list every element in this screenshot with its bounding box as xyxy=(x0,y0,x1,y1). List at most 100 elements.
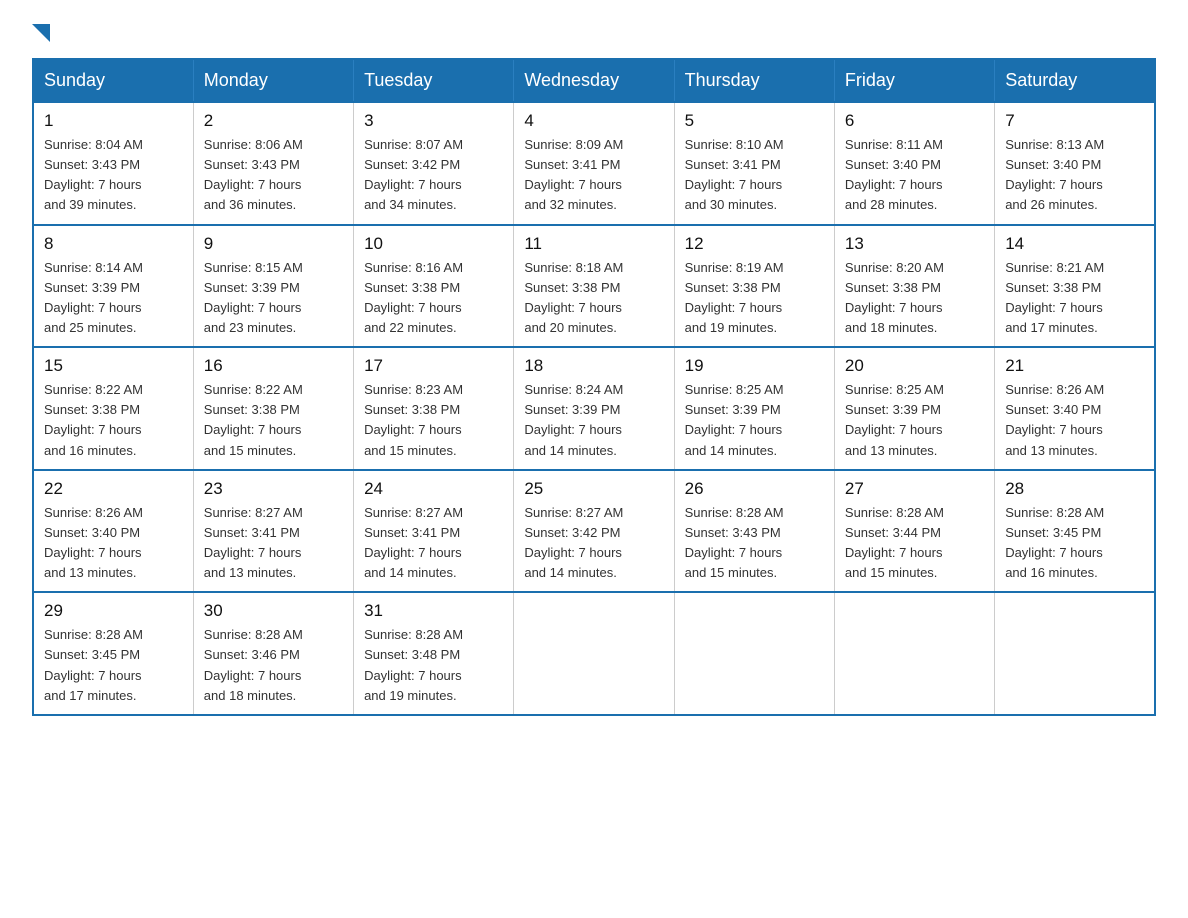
day-info: Sunrise: 8:18 AMSunset: 3:38 PMDaylight:… xyxy=(524,258,663,339)
calendar-cell: 12 Sunrise: 8:19 AMSunset: 3:38 PMDayligh… xyxy=(674,225,834,348)
day-number: 28 xyxy=(1005,479,1144,499)
calendar-cell: 10 Sunrise: 8:16 AMSunset: 3:38 PMDayligh… xyxy=(354,225,514,348)
day-info: Sunrise: 8:06 AMSunset: 3:43 PMDaylight:… xyxy=(204,135,343,216)
calendar-cell: 13Sunrise: 8:20 AMSunset: 3:38 PMDayligh… xyxy=(834,225,994,348)
day-info: Sunrise: 8:04 AMSunset: 3:43 PMDaylight:… xyxy=(44,135,183,216)
day-number: 27 xyxy=(845,479,984,499)
day-number: 9 xyxy=(204,234,343,254)
day-number: 23 xyxy=(204,479,343,499)
day-number: 31 xyxy=(364,601,503,621)
calendar-cell: 16 Sunrise: 8:22 AMSunset: 3:38 PMDayligh… xyxy=(193,347,353,470)
day-number: 4 xyxy=(524,111,663,131)
day-number: 12 xyxy=(685,234,824,254)
day-number: 30 xyxy=(204,601,343,621)
header-thursday: Thursday xyxy=(674,59,834,102)
day-info: Sunrise: 8:28 AMSunset: 3:43 PMDaylight:… xyxy=(685,503,824,584)
calendar-cell: 27 Sunrise: 8:28 AMSunset: 3:44 PMDayligh… xyxy=(834,470,994,593)
calendar-cell xyxy=(514,592,674,715)
calendar-cell: 4Sunrise: 8:09 AMSunset: 3:41 PMDaylight… xyxy=(514,102,674,225)
day-info: Sunrise: 8:25 AMSunset: 3:39 PMDaylight:… xyxy=(845,380,984,461)
day-info: Sunrise: 8:28 AMSunset: 3:45 PMDaylight:… xyxy=(44,625,183,706)
header-wednesday: Wednesday xyxy=(514,59,674,102)
header-saturday: Saturday xyxy=(995,59,1155,102)
day-number: 1 xyxy=(44,111,183,131)
calendar-cell: 19Sunrise: 8:25 AMSunset: 3:39 PMDayligh… xyxy=(674,347,834,470)
day-info: Sunrise: 8:15 AMSunset: 3:39 PMDaylight:… xyxy=(204,258,343,339)
calendar-cell: 17Sunrise: 8:23 AMSunset: 3:38 PMDayligh… xyxy=(354,347,514,470)
calendar-cell: 31 Sunrise: 8:28 AMSunset: 3:48 PMDayligh… xyxy=(354,592,514,715)
calendar-cell: 6 Sunrise: 8:11 AMSunset: 3:40 PMDaylight… xyxy=(834,102,994,225)
week-row-3: 15 Sunrise: 8:22 AMSunset: 3:38 PMDayligh… xyxy=(33,347,1155,470)
header xyxy=(32,24,1156,40)
day-info: Sunrise: 8:23 AMSunset: 3:38 PMDaylight:… xyxy=(364,380,503,461)
day-info: Sunrise: 8:27 AMSunset: 3:41 PMDaylight:… xyxy=(204,503,343,584)
day-info: Sunrise: 8:28 AMSunset: 3:45 PMDaylight:… xyxy=(1005,503,1144,584)
day-number: 8 xyxy=(44,234,183,254)
day-number: 6 xyxy=(845,111,984,131)
day-info: Sunrise: 8:13 AMSunset: 3:40 PMDaylight:… xyxy=(1005,135,1144,216)
calendar-cell: 8 Sunrise: 8:14 AMSunset: 3:39 PMDaylight… xyxy=(33,225,193,348)
calendar-cell: 2 Sunrise: 8:06 AMSunset: 3:43 PMDaylight… xyxy=(193,102,353,225)
calendar-cell: 22 Sunrise: 8:26 AMSunset: 3:40 PMDayligh… xyxy=(33,470,193,593)
day-info: Sunrise: 8:27 AMSunset: 3:41 PMDaylight:… xyxy=(364,503,503,584)
calendar-cell: 28 Sunrise: 8:28 AMSunset: 3:45 PMDayligh… xyxy=(995,470,1155,593)
day-info: Sunrise: 8:28 AMSunset: 3:48 PMDaylight:… xyxy=(364,625,503,706)
calendar-cell: 7 Sunrise: 8:13 AMSunset: 3:40 PMDaylight… xyxy=(995,102,1155,225)
calendar-cell: 5Sunrise: 8:10 AMSunset: 3:41 PMDaylight… xyxy=(674,102,834,225)
header-sunday: Sunday xyxy=(33,59,193,102)
calendar-cell: 1 Sunrise: 8:04 AMSunset: 3:43 PMDaylight… xyxy=(33,102,193,225)
day-number: 2 xyxy=(204,111,343,131)
day-number: 15 xyxy=(44,356,183,376)
calendar-table: SundayMondayTuesdayWednesdayThursdayFrid… xyxy=(32,58,1156,716)
calendar-header-row: SundayMondayTuesdayWednesdayThursdayFrid… xyxy=(33,59,1155,102)
calendar-cell: 25 Sunrise: 8:27 AMSunset: 3:42 PMDayligh… xyxy=(514,470,674,593)
day-number: 21 xyxy=(1005,356,1144,376)
calendar-cell xyxy=(674,592,834,715)
day-info: Sunrise: 8:26 AMSunset: 3:40 PMDaylight:… xyxy=(44,503,183,584)
day-number: 14 xyxy=(1005,234,1144,254)
day-number: 26 xyxy=(685,479,824,499)
calendar-cell xyxy=(995,592,1155,715)
header-friday: Friday xyxy=(834,59,994,102)
day-number: 3 xyxy=(364,111,503,131)
day-number: 22 xyxy=(44,479,183,499)
day-info: Sunrise: 8:27 AMSunset: 3:42 PMDaylight:… xyxy=(524,503,663,584)
calendar-cell: 30Sunrise: 8:28 AMSunset: 3:46 PMDayligh… xyxy=(193,592,353,715)
calendar-cell: 23 Sunrise: 8:27 AMSunset: 3:41 PMDayligh… xyxy=(193,470,353,593)
header-monday: Monday xyxy=(193,59,353,102)
day-info: Sunrise: 8:20 AMSunset: 3:38 PMDaylight:… xyxy=(845,258,984,339)
day-info: Sunrise: 8:24 AMSunset: 3:39 PMDaylight:… xyxy=(524,380,663,461)
week-row-5: 29 Sunrise: 8:28 AMSunset: 3:45 PMDayligh… xyxy=(33,592,1155,715)
day-info: Sunrise: 8:28 AMSunset: 3:44 PMDaylight:… xyxy=(845,503,984,584)
calendar-cell: 9 Sunrise: 8:15 AMSunset: 3:39 PMDaylight… xyxy=(193,225,353,348)
week-row-4: 22 Sunrise: 8:26 AMSunset: 3:40 PMDayligh… xyxy=(33,470,1155,593)
day-number: 20 xyxy=(845,356,984,376)
week-row-2: 8 Sunrise: 8:14 AMSunset: 3:39 PMDaylight… xyxy=(33,225,1155,348)
calendar-cell: 15Sunrise: 8:22 AMSunset: 3:38 PMDayligh… xyxy=(33,347,193,470)
calendar-cell: 21Sunrise: 8:26 AMSunset: 3:40 PMDayligh… xyxy=(995,347,1155,470)
day-info: Sunrise: 8:16 AMSunset: 3:38 PMDaylight:… xyxy=(364,258,503,339)
day-number: 24 xyxy=(364,479,503,499)
calendar-cell: 11 Sunrise: 8:18 AMSunset: 3:38 PMDayligh… xyxy=(514,225,674,348)
day-number: 7 xyxy=(1005,111,1144,131)
day-number: 16 xyxy=(204,356,343,376)
calendar-cell xyxy=(834,592,994,715)
logo-arrow-icon xyxy=(32,24,50,42)
week-row-1: 1 Sunrise: 8:04 AMSunset: 3:43 PMDaylight… xyxy=(33,102,1155,225)
day-info: Sunrise: 8:14 AMSunset: 3:39 PMDaylight:… xyxy=(44,258,183,339)
day-number: 11 xyxy=(524,234,663,254)
day-info: Sunrise: 8:22 AMSunset: 3:38 PMDaylight:… xyxy=(204,380,343,461)
day-info: Sunrise: 8:07 AMSunset: 3:42 PMDaylight:… xyxy=(364,135,503,216)
header-tuesday: Tuesday xyxy=(354,59,514,102)
day-number: 10 xyxy=(364,234,503,254)
calendar-cell: 18Sunrise: 8:24 AMSunset: 3:39 PMDayligh… xyxy=(514,347,674,470)
day-info: Sunrise: 8:25 AMSunset: 3:39 PMDaylight:… xyxy=(685,380,824,461)
day-info: Sunrise: 8:19 AMSunset: 3:38 PMDaylight:… xyxy=(685,258,824,339)
day-number: 29 xyxy=(44,601,183,621)
day-info: Sunrise: 8:11 AMSunset: 3:40 PMDaylight:… xyxy=(845,135,984,216)
logo xyxy=(32,24,50,40)
calendar-cell: 29 Sunrise: 8:28 AMSunset: 3:45 PMDayligh… xyxy=(33,592,193,715)
day-info: Sunrise: 8:21 AMSunset: 3:38 PMDaylight:… xyxy=(1005,258,1144,339)
day-number: 25 xyxy=(524,479,663,499)
calendar-cell: 14 Sunrise: 8:21 AMSunset: 3:38 PMDayligh… xyxy=(995,225,1155,348)
